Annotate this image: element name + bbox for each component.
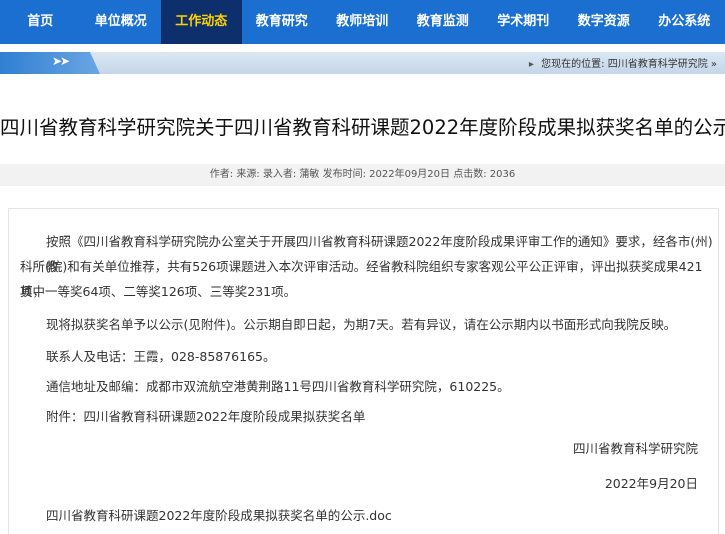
publish-date: 2022年9月20日 [604, 476, 698, 491]
play-arrow-icon: ▸ [528, 59, 534, 70]
contact-info: 联系人及电话：王霞，028-85876165。 [46, 349, 276, 364]
article-body: 按照《四川省教育科学研究院办公室关于开展四川省教育科研课题2022年度阶段成果评… [8, 208, 719, 534]
nav-work-news[interactable]: 工作动态 [161, 0, 242, 44]
location-bar: ➤➤ ▸ 您现在的位置: 四川省教育科学研究院 » [0, 52, 725, 74]
nav-education-research[interactable]: 教育研究 [242, 0, 323, 44]
nav-home[interactable]: 首页 [0, 0, 81, 44]
article-meta: 作者: 来源: 录入者: 蒲敏 发布时间: 2022年09月20日 点击数: 2… [0, 164, 725, 186]
address-info: 通信地址及邮编：成都市双流航空港黄荆路11号四川省教育科学研究院，610225。 [46, 379, 510, 394]
nav-digital-resources[interactable]: 数字资源 [564, 0, 645, 44]
nav-education-monitoring[interactable]: 教育监测 [403, 0, 484, 44]
attachment-link[interactable]: 四川省教育科研课题2022年度阶段成果拟获奖名单的公示.doc [46, 503, 392, 528]
page-title: 四川省教育科学研究院关于四川省教育科研课题2022年度阶段成果拟获奖名单的公示 [0, 116, 725, 139]
top-nav: 首页 单位概况 工作动态 教育研究 教师培训 教育监测 学术期刊 数字资源 办公… [0, 0, 725, 44]
breadcrumb-prefix: 您现在的位置: [541, 59, 605, 70]
attachment-note: 附件：四川省教育科研课题2022年度阶段成果拟获奖名单 [46, 409, 366, 424]
nav-teacher-training[interactable]: 教师培训 [322, 0, 403, 44]
banner-decoration: ➤➤ [0, 52, 100, 74]
breadcrumb: ▸ 您现在的位置: 四川省教育科学研究院 » [529, 55, 717, 70]
breadcrumb-link-home[interactable]: 四川省教育科学研究院 » [608, 59, 717, 70]
paragraph-2: 现将拟获奖名单予以公示(见附件)。公示期自即日起，为期7天。若有异议，请在公示期… [46, 317, 677, 332]
nav-office-system[interactable]: 办公系统 [644, 0, 725, 44]
nav-academic-journal[interactable]: 学术期刊 [483, 0, 564, 44]
paragraph-1-line-3: 其中一等奖64项、二等奖126项、三等奖231项。 [20, 284, 297, 299]
double-arrow-icon: ➤➤ [52, 54, 70, 68]
nav-unit-overview[interactable]: 单位概况 [81, 0, 162, 44]
signature: 四川省教育科学研究院 [572, 441, 698, 456]
